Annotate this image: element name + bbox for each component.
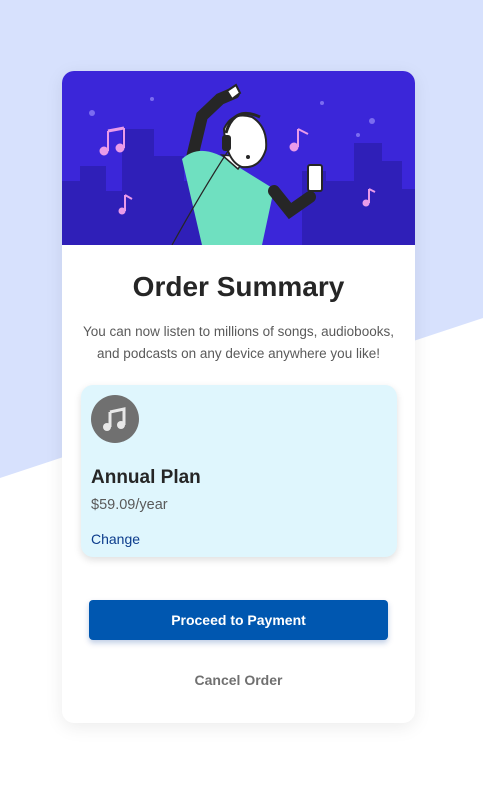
- plan-price: $59.09/year: [91, 497, 168, 513]
- cancel-order-link[interactable]: Cancel Order: [62, 672, 415, 688]
- plan-name: Annual Plan: [91, 467, 201, 488]
- hero-illustration: [62, 71, 415, 245]
- description-text: You can now listen to millions of songs,…: [83, 324, 394, 361]
- page-title: Order Summary: [132, 271, 345, 302]
- order-summary-card: Order Summary You can now listen to mill…: [62, 71, 415, 723]
- plan-card: Annual Plan $59.09/year Change: [81, 385, 397, 557]
- proceed-to-payment-button[interactable]: Proceed to Payment: [89, 600, 388, 640]
- change-plan-link[interactable]: Change: [91, 531, 140, 547]
- music-note-icon: [91, 395, 139, 443]
